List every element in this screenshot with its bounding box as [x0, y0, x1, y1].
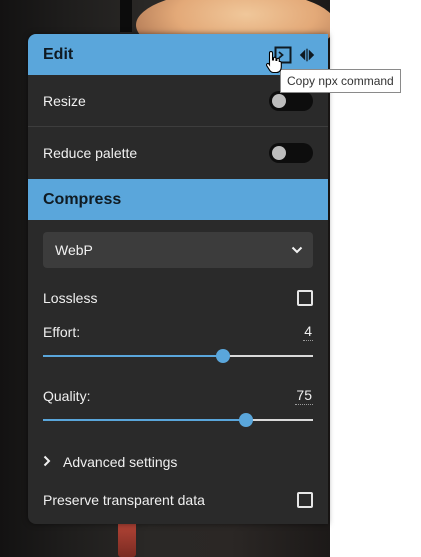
options-panel: Edit Resize Reduce palette Compress WebP…: [28, 34, 328, 524]
toggle-knob: [272, 146, 286, 160]
quality-slider-block: Quality: 75: [43, 387, 313, 427]
advanced-settings-row[interactable]: Advanced settings: [43, 454, 313, 470]
compress-title: Compress: [43, 190, 122, 208]
preserve-transparent-checkbox[interactable]: [297, 492, 313, 508]
lossless-row: Lossless: [43, 290, 313, 306]
effort-value[interactable]: 4: [303, 323, 313, 341]
quality-slider-thumb[interactable]: [238, 413, 253, 427]
compress-body: WebP Lossless Effort: 4 Quality: 75 Adva…: [28, 220, 328, 508]
chevron-right-icon: [43, 454, 51, 470]
advanced-settings-label: Advanced settings: [63, 454, 178, 470]
toggle-knob: [272, 93, 286, 108]
split-view-arrows-icon[interactable]: [298, 46, 316, 64]
format-select-value: WebP: [55, 242, 93, 258]
quality-slider-fill: [43, 419, 246, 421]
reduce-palette-label: Reduce palette: [43, 145, 138, 161]
hand-cursor-icon: [265, 50, 283, 79]
lossless-checkbox[interactable]: [297, 290, 313, 306]
quality-value[interactable]: 75: [295, 387, 313, 405]
tooltip: Copy npx command: [280, 69, 401, 93]
lossless-label: Lossless: [43, 290, 98, 306]
effort-slider[interactable]: [43, 349, 313, 363]
quality-slider[interactable]: [43, 413, 313, 427]
resize-label: Resize: [43, 92, 86, 109]
effort-slider-thumb[interactable]: [216, 349, 231, 363]
quality-head: Quality: 75: [43, 387, 313, 405]
preserve-transparent-label: Preserve transparent data: [43, 492, 205, 508]
effort-slider-fill: [43, 355, 224, 357]
compress-section-header: Compress: [28, 179, 328, 220]
quality-label: Quality:: [43, 388, 91, 404]
edit-title: Edit: [43, 45, 74, 63]
format-select[interactable]: WebP: [43, 232, 313, 268]
reduce-palette-toggle[interactable]: [269, 143, 313, 163]
chevron-down-icon: [291, 246, 303, 254]
background-shape: [120, 0, 132, 32]
preserve-transparent-row: Preserve transparent data: [43, 492, 313, 508]
effort-head: Effort: 4: [43, 323, 313, 341]
effort-label: Effort:: [43, 324, 81, 340]
resize-toggle[interactable]: [269, 90, 313, 111]
reduce-palette-row: Reduce palette: [28, 127, 328, 179]
effort-slider-block: Effort: 4: [43, 323, 313, 363]
